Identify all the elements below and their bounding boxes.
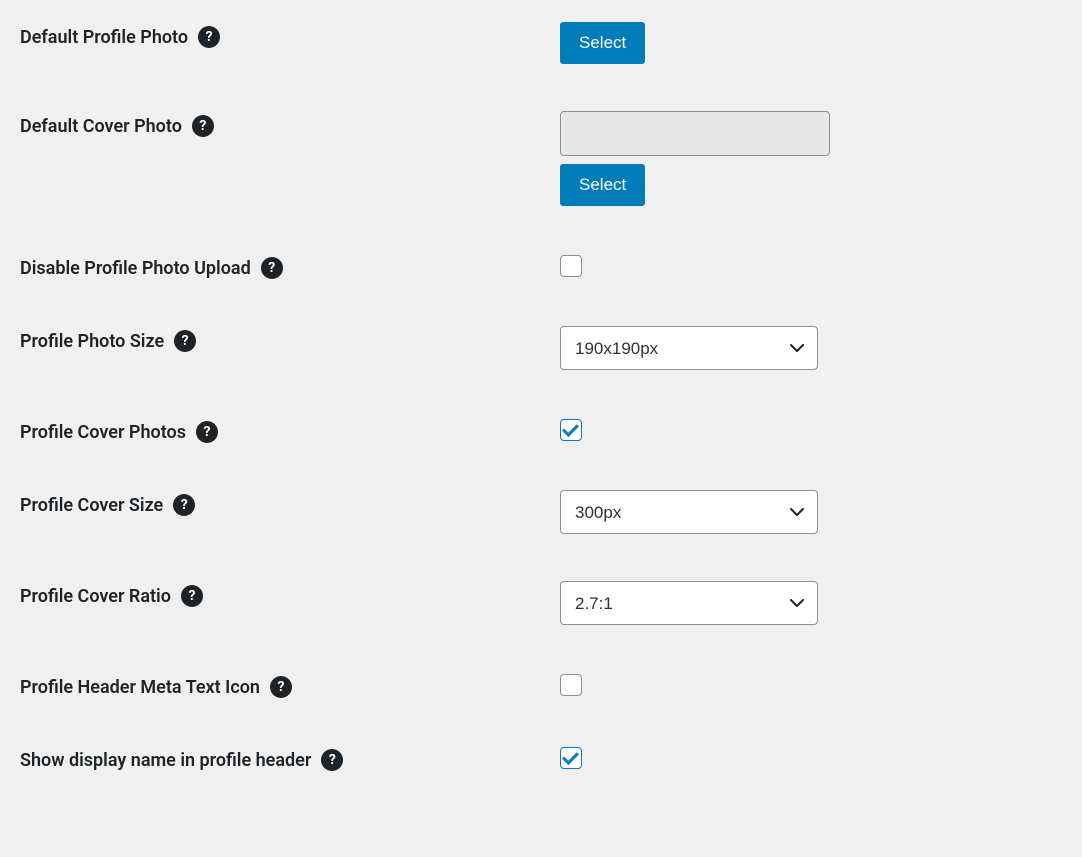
checkbox-show-display-name[interactable] <box>560 747 582 769</box>
help-icon[interactable]: ? <box>321 749 343 771</box>
label-default-profile-photo: Default Profile Photo <box>20 27 188 48</box>
label-disable-profile-photo-upload: Disable Profile Photo Upload <box>20 258 251 279</box>
select-profile-photo-button[interactable]: Select <box>560 22 645 64</box>
label-profile-cover-size: Profile Cover Size <box>20 495 163 516</box>
label-cell: Disable Profile Photo Upload ? <box>20 253 560 279</box>
label-profile-header-meta-text-icon: Profile Header Meta Text Icon <box>20 677 260 698</box>
help-icon[interactable]: ? <box>270 676 292 698</box>
control-cell: 2.7:1 <box>560 581 1082 625</box>
label-cell: Profile Cover Size ? <box>20 490 560 516</box>
row-profile-photo-size: Profile Photo Size ? 190x190px <box>0 314 1082 405</box>
checkbox-profile-header-meta-text-icon[interactable] <box>560 674 582 696</box>
select-wrap: 190x190px <box>560 326 818 370</box>
select-wrap: 300px <box>560 490 818 534</box>
row-default-cover-photo: Default Cover Photo ? Select <box>0 99 1082 241</box>
help-icon[interactable]: ? <box>261 257 283 279</box>
help-icon[interactable]: ? <box>196 421 218 443</box>
row-profile-header-meta-text-icon: Profile Header Meta Text Icon ? <box>0 660 1082 733</box>
help-icon[interactable]: ? <box>174 330 196 352</box>
select-cover-photo-button[interactable]: Select <box>560 164 645 206</box>
help-icon[interactable]: ? <box>198 26 220 48</box>
settings-form: Default Profile Photo ? Select Default C… <box>0 10 1082 801</box>
select-profile-photo-size[interactable]: 190x190px <box>560 326 818 370</box>
row-profile-cover-ratio: Profile Cover Ratio ? 2.7:1 <box>0 569 1082 660</box>
row-show-display-name: Show display name in profile header ? <box>0 733 1082 801</box>
label-cell: Profile Header Meta Text Icon ? <box>20 672 560 698</box>
control-cell <box>560 745 1082 769</box>
control-cell <box>560 253 1082 277</box>
row-profile-cover-photos: Profile Cover Photos ? <box>0 405 1082 478</box>
control-cell: 300px <box>560 490 1082 534</box>
checkbox-disable-profile-photo-upload[interactable] <box>560 255 582 277</box>
row-default-profile-photo: Default Profile Photo ? Select <box>0 10 1082 99</box>
select-wrap: 2.7:1 <box>560 581 818 625</box>
cover-photo-preview <box>560 111 830 156</box>
help-icon[interactable]: ? <box>192 115 214 137</box>
select-profile-cover-size[interactable]: 300px <box>560 490 818 534</box>
label-cell: Profile Cover Ratio ? <box>20 581 560 607</box>
label-profile-photo-size: Profile Photo Size <box>20 331 164 352</box>
label-cell: Show display name in profile header ? <box>20 745 560 771</box>
help-icon[interactable]: ? <box>173 494 195 516</box>
select-profile-cover-ratio[interactable]: 2.7:1 <box>560 581 818 625</box>
label-cell: Default Profile Photo ? <box>20 22 560 48</box>
row-disable-profile-photo-upload: Disable Profile Photo Upload ? <box>0 241 1082 314</box>
control-cell <box>560 672 1082 696</box>
label-profile-cover-ratio: Profile Cover Ratio <box>20 586 171 607</box>
help-icon[interactable]: ? <box>181 585 203 607</box>
row-profile-cover-size: Profile Cover Size ? 300px <box>0 478 1082 569</box>
label-default-cover-photo: Default Cover Photo <box>20 116 182 137</box>
checkbox-profile-cover-photos[interactable] <box>560 419 582 441</box>
control-cell: 190x190px <box>560 326 1082 370</box>
control-cell: Select <box>560 22 1082 64</box>
label-show-display-name: Show display name in profile header <box>20 750 311 771</box>
control-cell: Select <box>560 111 1082 206</box>
control-cell <box>560 417 1082 441</box>
label-cell: Profile Photo Size ? <box>20 326 560 352</box>
label-cell: Profile Cover Photos ? <box>20 417 560 443</box>
label-cell: Default Cover Photo ? <box>20 111 560 137</box>
label-profile-cover-photos: Profile Cover Photos <box>20 422 186 443</box>
